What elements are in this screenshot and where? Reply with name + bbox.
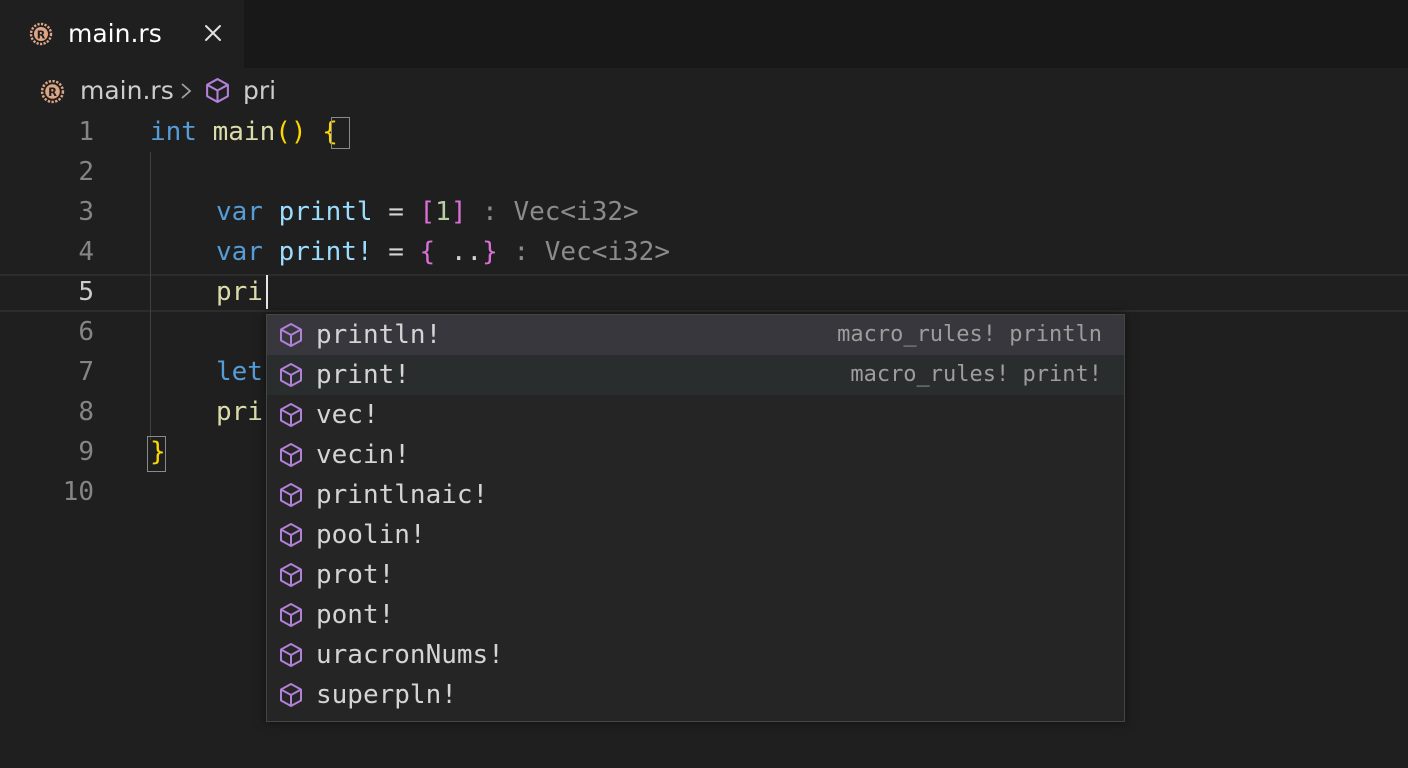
operator: = bbox=[388, 237, 404, 267]
close-bracket: ] bbox=[450, 197, 467, 227]
variable-name: print! bbox=[278, 237, 373, 267]
suggestion-detail: macro_rules! println bbox=[837, 322, 1102, 347]
type-hint: : Vec<i32> bbox=[482, 197, 639, 227]
suggestion-item[interactable]: pont! bbox=[267, 595, 1124, 635]
line-number: 3 bbox=[78, 197, 94, 227]
suggestion-item[interactable]: superpln! bbox=[267, 675, 1124, 715]
suggestion-item[interactable]: println! macro_rules! println bbox=[267, 315, 1124, 355]
cube-icon bbox=[280, 483, 302, 507]
indent-guide bbox=[150, 152, 151, 440]
variable-name: printl bbox=[278, 197, 373, 227]
cube-icon bbox=[280, 443, 302, 467]
keyword: var bbox=[216, 237, 263, 267]
code-line-3[interactable]: var printl = [1] : Vec<i32> bbox=[216, 192, 639, 232]
chevron-right-icon bbox=[181, 83, 192, 99]
close-icon[interactable] bbox=[201, 21, 225, 45]
line-number: 8 bbox=[78, 397, 94, 427]
breadcrumb-file[interactable]: main.rs bbox=[80, 76, 174, 106]
line-number: 2 bbox=[78, 157, 94, 187]
suggestion-item[interactable]: uracronNums! bbox=[267, 635, 1124, 675]
svg-text:R: R bbox=[37, 29, 46, 42]
open-brace: { bbox=[419, 237, 436, 267]
line-number: 10 bbox=[62, 477, 94, 507]
suggestion-label: uracronNums! bbox=[316, 640, 504, 670]
text-cursor bbox=[266, 275, 268, 309]
suggestion-item[interactable]: poolin! bbox=[267, 515, 1124, 555]
cube-icon bbox=[280, 603, 302, 627]
open-bracket: [ bbox=[419, 197, 436, 227]
rust-file-icon: R bbox=[29, 22, 53, 46]
svg-text:R: R bbox=[48, 85, 57, 99]
breadcrumb-symbol[interactable]: pri bbox=[243, 76, 276, 106]
code-line-5[interactable]: pri bbox=[216, 272, 263, 312]
keyword: var bbox=[216, 197, 263, 227]
suggestion-item[interactable]: print! macro_rules! print! bbox=[267, 355, 1124, 395]
suggestion-label: vecin! bbox=[316, 440, 410, 470]
suggestion-item[interactable]: printlnaic! bbox=[267, 475, 1124, 515]
identifier: pri bbox=[216, 397, 263, 427]
cube-icon bbox=[280, 563, 302, 587]
ellipsis: .. bbox=[450, 237, 483, 267]
suggestion-label: print! bbox=[316, 360, 410, 390]
line-number: 6 bbox=[78, 317, 94, 347]
cube-icon bbox=[280, 403, 302, 427]
current-line-highlight bbox=[0, 274, 1408, 312]
code-line-8[interactable]: pri bbox=[216, 392, 263, 432]
function-name: main bbox=[212, 117, 276, 147]
operator: = bbox=[388, 197, 404, 227]
line-number: 9 bbox=[78, 437, 94, 467]
code-line-7[interactable]: let bbox=[216, 352, 263, 392]
cube-icon bbox=[206, 78, 229, 103]
cube-icon bbox=[280, 323, 302, 347]
rust-file-icon: R bbox=[40, 79, 65, 104]
line-number-active: 5 bbox=[78, 277, 94, 307]
suggestion-label: vec! bbox=[316, 400, 379, 430]
close-brace: } bbox=[482, 237, 498, 267]
suggestion-label: prot! bbox=[316, 560, 395, 590]
suggestion-item[interactable]: vecin! bbox=[267, 435, 1124, 475]
suggestion-item[interactable]: vec! bbox=[267, 395, 1124, 435]
line-number: 1 bbox=[78, 117, 94, 147]
line-number: 4 bbox=[78, 237, 94, 267]
suggestion-label: pont! bbox=[316, 600, 395, 630]
tab-label: main.rs bbox=[68, 19, 162, 48]
cube-icon bbox=[280, 363, 302, 387]
keyword: let bbox=[216, 357, 263, 387]
tab-main-rs[interactable]: R main.rs bbox=[0, 0, 244, 68]
cube-icon bbox=[280, 643, 302, 667]
bracket-match-highlight bbox=[147, 436, 166, 472]
suggestion-widget[interactable]: println! macro_rules! println print! mac… bbox=[266, 314, 1125, 722]
number-literal: 1 bbox=[435, 197, 451, 227]
parens: () bbox=[275, 117, 307, 147]
suggestion-item[interactable]: prot! bbox=[267, 555, 1124, 595]
line-number: 7 bbox=[78, 357, 94, 387]
suggestion-label: superpln! bbox=[316, 680, 457, 710]
type-hint: : Vec<i32> bbox=[513, 237, 670, 267]
cube-icon bbox=[280, 523, 302, 547]
suggestion-label: printlnaic! bbox=[316, 480, 489, 510]
code-line-1[interactable]: int main() { bbox=[150, 112, 338, 152]
suggestion-detail: macro_rules! print! bbox=[850, 362, 1102, 387]
tab-bar: R main.rs bbox=[0, 0, 1408, 68]
code-line-4[interactable]: var print! = { ..} : Vec<i32> bbox=[216, 232, 670, 272]
bracket-match-highlight bbox=[331, 117, 350, 149]
keyword: int bbox=[150, 117, 197, 147]
cube-icon bbox=[280, 683, 302, 707]
typed-text: pri bbox=[216, 277, 263, 307]
suggestion-label: poolin! bbox=[316, 520, 426, 550]
suggestion-label: println! bbox=[316, 320, 442, 350]
